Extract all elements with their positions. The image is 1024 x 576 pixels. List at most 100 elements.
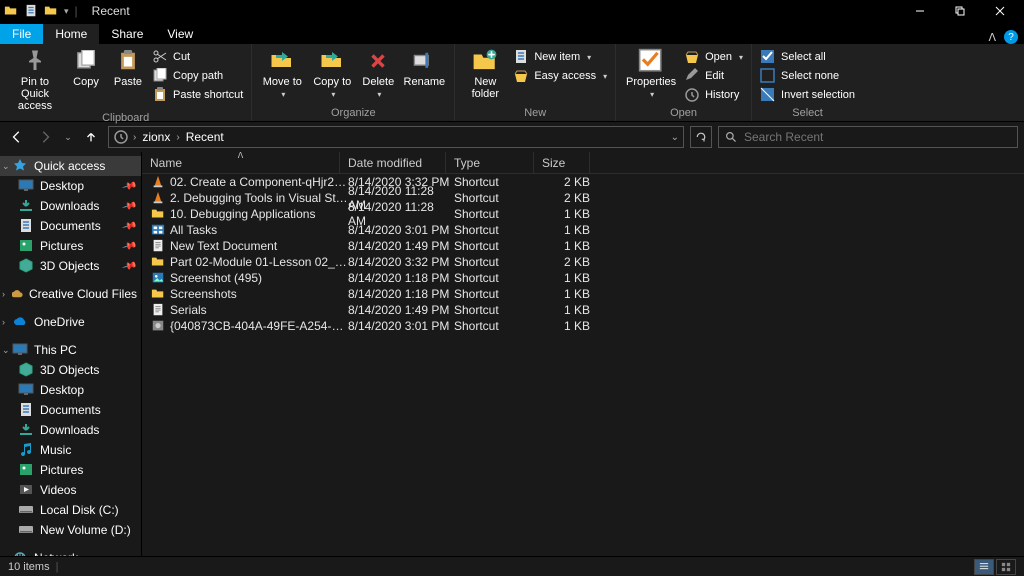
dropdown-icon: ▾: [739, 53, 743, 62]
file-list[interactable]: 02. Create a Component-qHjr2ndg2UA8/14/2…: [142, 174, 1024, 556]
nav-network[interactable]: ›Network: [0, 548, 141, 556]
file-icon: [150, 303, 166, 317]
file-row[interactable]: Serials8/14/2020 1:49 PMShortcut1 KB: [142, 302, 1024, 318]
content-pane: Nameᐱ Date modified Type Size 02. Create…: [142, 152, 1024, 556]
nav-tp-music[interactable]: Music: [0, 440, 141, 460]
qat-dropdown-icon[interactable]: ▾: [64, 6, 69, 17]
nav-desktop[interactable]: Desktop📌: [0, 176, 141, 196]
col-name[interactable]: Nameᐱ: [142, 152, 340, 173]
file-type: Shortcut: [454, 175, 542, 189]
new-item-button[interactable]: New item▾: [511, 48, 609, 66]
file-icon: [150, 255, 166, 269]
nav-this-pc[interactable]: ⌄This PC: [0, 340, 141, 360]
file-size: 1 KB: [542, 303, 598, 317]
move-to-button[interactable]: Move to▾: [258, 46, 306, 99]
search-box[interactable]: [718, 126, 1018, 148]
nav-pictures[interactable]: Pictures📌: [0, 236, 141, 256]
tab-view[interactable]: View: [155, 24, 205, 44]
crumb-2[interactable]: Recent: [184, 130, 226, 144]
navigation-pane: ⌄Quick access Desktop📌 Downloads📌 Docume…: [0, 152, 142, 556]
details-view-button[interactable]: [974, 559, 994, 575]
paste-label: Paste: [114, 76, 142, 88]
nav-downloads[interactable]: Downloads📌: [0, 196, 141, 216]
tab-file[interactable]: File: [0, 24, 43, 44]
refresh-button[interactable]: [690, 126, 712, 148]
qat-properties-icon[interactable]: [24, 4, 38, 18]
file-row[interactable]: Screenshot (495)8/14/2020 1:18 PMShortcu…: [142, 270, 1024, 286]
expand-icon[interactable]: ›: [2, 289, 5, 299]
select-none-button[interactable]: Select none: [758, 67, 857, 85]
file-row[interactable]: Screenshots8/14/2020 1:18 PMShortcut1 KB: [142, 286, 1024, 302]
file-row[interactable]: 2. Debugging Tools in Visual Studio8/14/…: [142, 190, 1024, 206]
collapse-ribbon-icon[interactable]: ᐱ: [988, 31, 996, 44]
select-all-button[interactable]: Select all: [758, 48, 857, 66]
paste-shortcut-button[interactable]: Paste shortcut: [150, 86, 245, 104]
nav-tp-local-c[interactable]: Local Disk (C:): [0, 500, 141, 520]
copy-path-button[interactable]: Copy path: [150, 67, 245, 85]
search-icon: [725, 131, 738, 144]
delete-button[interactable]: Delete▾: [358, 46, 398, 99]
file-row[interactable]: All Tasks8/14/2020 3:01 PMShortcut1 KB: [142, 222, 1024, 238]
expand-icon[interactable]: ⌄: [2, 345, 10, 356]
music-icon: [18, 443, 34, 457]
easy-access-button[interactable]: Easy access▾: [511, 67, 609, 85]
nav-documents[interactable]: Documents📌: [0, 216, 141, 236]
copy-to-button[interactable]: Copy to▾: [308, 46, 356, 99]
nav-tp-newvol-d[interactable]: New Volume (D:): [0, 520, 141, 540]
crumb-1[interactable]: zionx: [140, 130, 172, 144]
file-name: Serials: [170, 303, 348, 317]
file-type: Shortcut: [454, 319, 542, 333]
file-row[interactable]: 10. Debugging Applications8/14/2020 11:2…: [142, 206, 1024, 222]
new-folder-button[interactable]: New folder: [461, 46, 509, 100]
nav-onedrive[interactable]: ›OneDrive: [0, 312, 141, 332]
nav-creative-cloud[interactable]: ›Creative Cloud Files: [0, 284, 141, 304]
file-row[interactable]: 02. Create a Component-qHjr2ndg2UA8/14/2…: [142, 174, 1024, 190]
cut-button[interactable]: Cut: [150, 48, 245, 66]
file-row[interactable]: {040873CB-404A-49FE-A254-A9BB9CEFA...8/1…: [142, 318, 1024, 334]
recent-locations-button[interactable]: ⌄: [62, 126, 74, 148]
history-button[interactable]: History: [682, 86, 745, 104]
nav-tp-3d[interactable]: 3D Objects: [0, 360, 141, 380]
crumb-sep-icon[interactable]: ›: [176, 132, 179, 143]
nav-tp-downloads[interactable]: Downloads: [0, 420, 141, 440]
tab-share[interactable]: Share: [99, 24, 155, 44]
nav-tp-videos[interactable]: Videos: [0, 480, 141, 500]
tab-home[interactable]: Home: [43, 24, 99, 44]
pin-to-quick-access-button[interactable]: Pin to Quick access: [6, 46, 64, 112]
properties-button[interactable]: Properties▾: [622, 46, 680, 99]
search-input[interactable]: [744, 130, 1011, 144]
close-button[interactable]: [980, 0, 1020, 22]
edit-button[interactable]: Edit: [682, 67, 745, 85]
forward-button[interactable]: [34, 126, 56, 148]
thumbnails-view-button[interactable]: [996, 559, 1016, 575]
paste-button[interactable]: Paste: [108, 46, 148, 88]
file-row[interactable]: New Text Document8/14/2020 1:49 PMShortc…: [142, 238, 1024, 254]
address-dropdown-icon[interactable]: ⌄: [671, 132, 679, 143]
col-type[interactable]: Type: [446, 152, 534, 173]
nav-quick-access[interactable]: ⌄Quick access: [0, 156, 141, 176]
open-button[interactable]: Open▾: [682, 48, 745, 66]
ribbon-group-new: New folder New item▾ Easy access▾ New: [455, 44, 616, 121]
nav-tp-pictures[interactable]: Pictures: [0, 460, 141, 480]
expand-icon[interactable]: ›: [2, 317, 5, 327]
minimize-button[interactable]: [900, 0, 940, 22]
file-date: 8/14/2020 1:49 PM: [348, 239, 454, 253]
file-type: Shortcut: [454, 271, 542, 285]
nav-tp-desktop[interactable]: Desktop: [0, 380, 141, 400]
expand-icon[interactable]: ⌄: [2, 161, 10, 172]
nav-tp-documents[interactable]: Documents: [0, 400, 141, 420]
back-button[interactable]: [6, 126, 28, 148]
copy-button[interactable]: Copy: [66, 46, 106, 88]
maximize-button[interactable]: [940, 0, 980, 22]
breadcrumb-bar[interactable]: › zionx › Recent ⌄: [108, 126, 684, 148]
file-row[interactable]: Part 02-Module 01-Lesson 02_Rendering ..…: [142, 254, 1024, 270]
help-icon[interactable]: ?: [1004, 30, 1018, 44]
rename-button[interactable]: Rename: [400, 46, 448, 88]
nav-3d-objects[interactable]: 3D Objects📌: [0, 256, 141, 276]
qat-newfolder-icon[interactable]: [44, 4, 58, 18]
up-button[interactable]: [80, 126, 102, 148]
col-size[interactable]: Size: [534, 152, 590, 173]
col-date[interactable]: Date modified: [340, 152, 446, 173]
invert-selection-button[interactable]: Invert selection: [758, 86, 857, 104]
crumb-sep-icon[interactable]: ›: [133, 132, 136, 143]
